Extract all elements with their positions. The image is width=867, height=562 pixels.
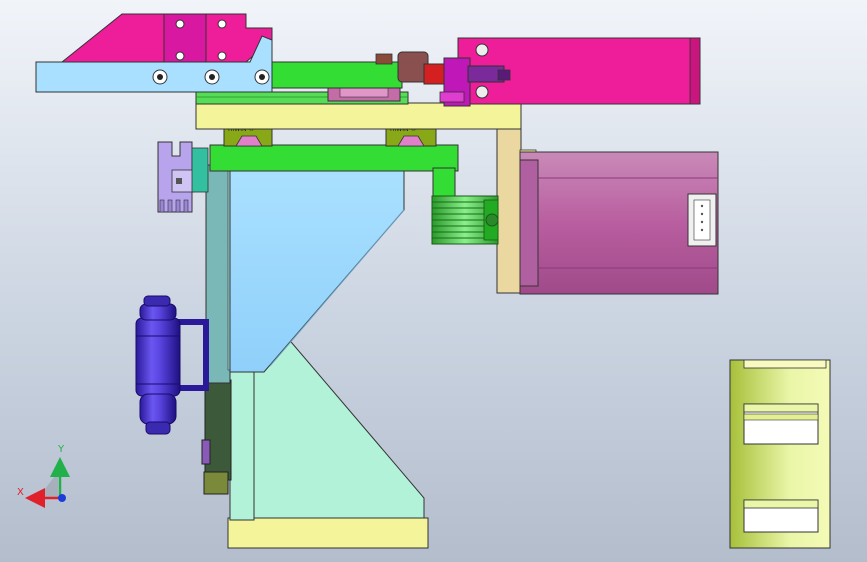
upper-gusset[interactable] bbox=[229, 169, 405, 373]
assembly-model-view[interactable]: HIWIN ® HIWIN ® bbox=[0, 0, 867, 562]
lower-side-strip[interactable] bbox=[203, 471, 229, 495]
buffer-cap-bottom[interactable] bbox=[139, 393, 177, 425]
motor-mount-plate[interactable] bbox=[496, 128, 522, 294]
sensor-mount-strip[interactable] bbox=[191, 147, 209, 193]
bracket-hole-1 bbox=[175, 19, 185, 29]
lower-column[interactable] bbox=[229, 371, 255, 521]
cylinder-port-1 bbox=[475, 43, 489, 57]
triad-z-axis bbox=[58, 494, 66, 502]
rod-mount-lower[interactable] bbox=[439, 91, 465, 103]
carriage-mount[interactable] bbox=[432, 167, 456, 197]
lower-gusset[interactable] bbox=[253, 335, 425, 519]
cad-viewport[interactable]: HIWIN ® HIWIN ® bbox=[0, 0, 867, 562]
vertical-column[interactable] bbox=[205, 164, 231, 384]
rod-nut[interactable] bbox=[423, 63, 447, 85]
triad-x-label: X bbox=[17, 487, 24, 498]
bracket-tab[interactable] bbox=[163, 13, 207, 65]
bracket-hole-4 bbox=[217, 51, 227, 61]
orientation-triad[interactable] bbox=[25, 457, 70, 508]
lower-side-plate[interactable] bbox=[204, 379, 232, 481]
carriage-block[interactable] bbox=[209, 144, 459, 172]
motor-flange[interactable] bbox=[519, 159, 539, 287]
base-plate[interactable] bbox=[227, 517, 429, 549]
arm-support-block[interactable] bbox=[271, 61, 403, 89]
top-slide-plate[interactable] bbox=[195, 102, 522, 130]
lower-small-block[interactable] bbox=[201, 439, 211, 465]
triad-plane bbox=[38, 472, 58, 498]
triad-y-label: Y bbox=[58, 444, 65, 455]
bracket-hole-3 bbox=[217, 19, 227, 29]
sensor-body[interactable] bbox=[171, 169, 195, 193]
rod-fitting[interactable] bbox=[375, 53, 393, 65]
cylinder-port-2 bbox=[475, 85, 489, 99]
bracket-hole-2 bbox=[175, 51, 185, 61]
